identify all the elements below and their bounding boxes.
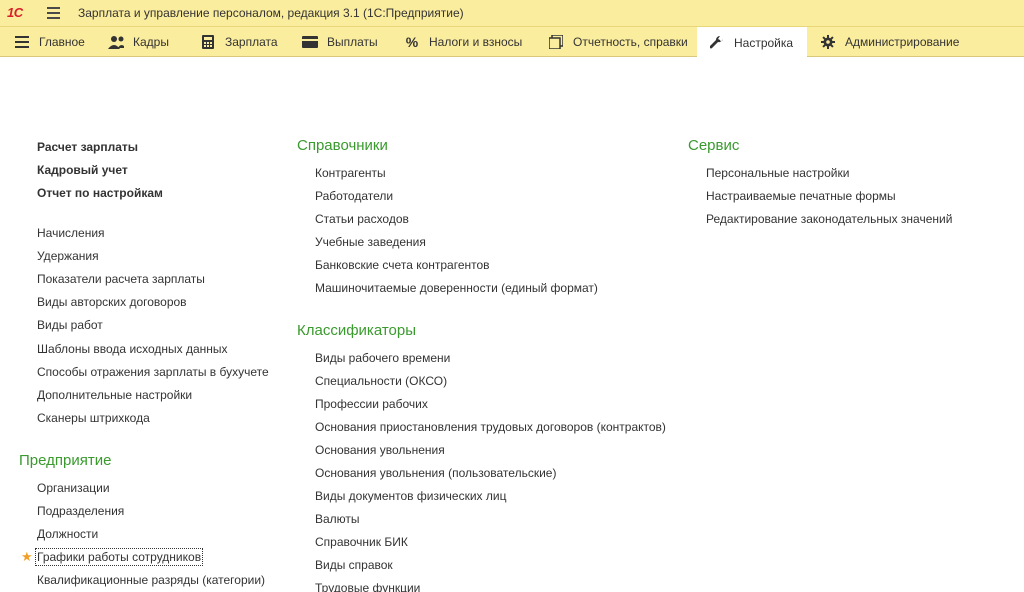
list-menu-icon	[14, 34, 30, 50]
section-reports[interactable]: Отчетность, справки	[548, 27, 688, 57]
link-hr-settings[interactable]: Кадровый учет	[37, 163, 128, 177]
percent-icon: %	[405, 34, 419, 50]
link-qualification-grades[interactable]: Квалификационные разряды (категории)	[37, 573, 265, 587]
group-title-classifiers: Классификаторы	[297, 322, 417, 339]
calculator-icon	[200, 34, 216, 50]
link-positions[interactable]: Должности	[37, 527, 98, 541]
people-icon	[108, 34, 124, 50]
group-title-enterprise: Предприятие	[19, 452, 112, 469]
sections-panel: Главное Кадры Зарплата Выплаты % Налоги …	[0, 27, 1024, 58]
link-barcode-scanners[interactable]: Сканеры штрихкода	[37, 411, 150, 425]
link-organizations[interactable]: Организации	[37, 481, 110, 495]
link-settings-report[interactable]: Отчет по настройкам	[37, 186, 163, 200]
section-label: Кадры	[133, 35, 169, 49]
link-certificate-types[interactable]: Виды справок	[315, 558, 393, 572]
section-label: Настройка	[734, 35, 794, 50]
link-bik-directory[interactable]: Справочник БИК	[315, 535, 408, 549]
link-specialties-okso[interactable]: Специальности (ОКСО)	[315, 374, 447, 388]
link-accruals[interactable]: Начисления	[37, 226, 105, 240]
wrench-icon	[709, 35, 725, 51]
link-working-time-types[interactable]: Виды рабочего времени	[315, 351, 450, 365]
section-label: Отчетность, справки	[573, 35, 688, 49]
link-dismissal-grounds[interactable]: Основания увольнения	[315, 443, 445, 457]
link-currencies[interactable]: Валюты	[315, 512, 360, 526]
link-deductions[interactable]: Удержания	[37, 249, 99, 263]
link-counterparties[interactable]: Контрагенты	[315, 166, 386, 180]
link-custom-print-forms[interactable]: Настраиваемые печатные формы	[706, 189, 896, 203]
settings-panel: Расчет зарплаты Кадровый учет Отчет по н…	[0, 58, 1024, 592]
section-label: Выплаты	[327, 35, 378, 49]
section-main[interactable]: Главное	[14, 27, 85, 57]
link-bank-accounts[interactable]: Банковские счета контрагентов	[315, 258, 490, 272]
gear-icon	[820, 34, 836, 50]
link-worker-professions[interactable]: Профессии рабочих	[315, 397, 428, 411]
section-settings[interactable]: Настройка	[697, 27, 807, 58]
section-payments[interactable]: Выплаты	[302, 27, 378, 57]
wallet-icon	[302, 34, 318, 50]
link-payroll-settings[interactable]: Расчет зарплаты	[37, 140, 138, 154]
section-taxes[interactable]: % Налоги и взносы	[404, 27, 523, 57]
link-educational-institutions[interactable]: Учебные заведения	[315, 235, 426, 249]
section-label: Налоги и взносы	[429, 35, 523, 49]
section-salary[interactable]: Зарплата	[200, 27, 278, 57]
group-title-service: Сервис	[688, 137, 740, 154]
link-work-schedules[interactable]: Графики работы сотрудников	[34, 548, 204, 566]
section-label: Администрирование	[845, 35, 960, 49]
link-departments[interactable]: Подразделения	[37, 504, 124, 518]
section-hr[interactable]: Кадры	[108, 27, 169, 57]
title-bar: 1С Зарплата и управление персоналом, ред…	[0, 0, 1024, 27]
favorite-star-icon[interactable]: ★	[21, 549, 33, 565]
section-administration[interactable]: Администрирование	[820, 27, 959, 57]
link-input-templates[interactable]: Шаблоны ввода исходных данных	[37, 342, 228, 356]
link-personal-settings[interactable]: Персональные настройки	[706, 166, 849, 180]
link-legislative-values[interactable]: Редактирование законодательных значений	[706, 212, 952, 226]
link-suspension-grounds[interactable]: Основания приостановления трудовых догов…	[315, 420, 666, 434]
section-label: Зарплата	[225, 35, 278, 49]
window-title: Зарплата и управление персоналом, редакц…	[78, 6, 464, 20]
link-custom-dismissal-grounds[interactable]: Основания увольнения (пользовательские)	[315, 466, 556, 480]
link-labor-functions[interactable]: Трудовые функции	[315, 581, 420, 592]
group-title-directories: Справочники	[297, 137, 388, 154]
reports-icon	[548, 34, 564, 50]
link-employers[interactable]: Работодатели	[315, 189, 393, 203]
link-additional-settings[interactable]: Дополнительные настройки	[37, 388, 192, 402]
link-expense-items[interactable]: Статьи расходов	[315, 212, 409, 226]
link-payroll-indicators[interactable]: Показатели расчета зарплаты	[37, 272, 205, 286]
app-logo: 1С	[7, 5, 23, 20]
link-author-contract-types[interactable]: Виды авторских договоров	[37, 295, 187, 309]
section-label: Главное	[39, 35, 85, 49]
link-id-document-types[interactable]: Виды документов физических лиц	[315, 489, 506, 503]
hamburger-menu-icon[interactable]	[47, 7, 60, 19]
link-work-types[interactable]: Виды работ	[37, 318, 103, 332]
link-machine-readable-poa[interactable]: Машиночитаемые доверенности (единый форм…	[315, 281, 598, 295]
link-accounting-reflection[interactable]: Способы отражения зарплаты в бухучете	[37, 365, 269, 379]
